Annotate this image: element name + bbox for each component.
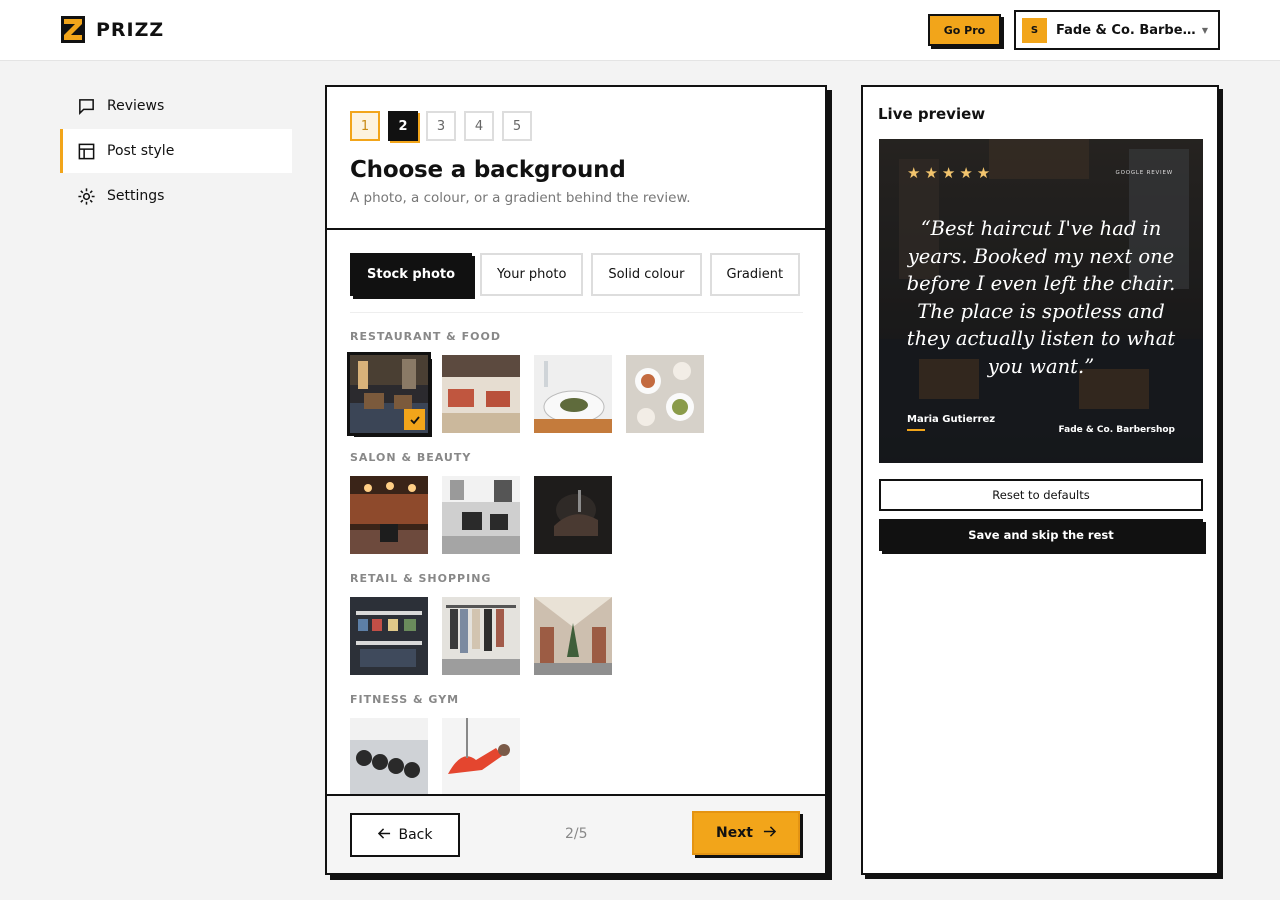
author-underline [907,429,925,431]
business-avatar: S [1022,17,1047,43]
sidebar-item-post-style[interactable]: Post style [60,129,292,173]
thumbnail-row [350,597,825,675]
stock-photo-thumb[interactable] [534,476,612,554]
business-name: Fade & Co. Barbersh… [1056,22,1198,38]
arrow-right-icon [763,825,777,842]
category-heading: Fitness & Gym [350,693,460,706]
tab-stock-photo[interactable]: Stock photo [350,253,473,296]
sidebar-item-label: Settings [107,188,165,204]
business-switcher[interactable]: S Fade & Co. Barbersh… ▼ [1014,10,1220,50]
chevron-down-icon: ▼ [1201,26,1208,35]
prizz-logo-icon [61,16,85,43]
back-label: Back [398,827,433,843]
page-subtitle: A photo, a colour, or a gradient behind … [350,190,691,206]
background-tabs: Stock photo Your photo Solid colour Grad… [350,253,803,313]
stock-photo-thumb[interactable] [442,476,520,554]
thumbnail-row [350,718,825,796]
tab-solid-colour[interactable]: Solid colour [591,253,702,296]
thumbnail-row [350,476,825,554]
step-4[interactable]: 4 [464,111,494,141]
preview-title: Live preview [878,105,986,123]
review-quote: “Best haircut I've had in years. Booked … [906,217,1176,378]
thumbnail-row [347,352,825,436]
stock-photo-thumb[interactable] [442,718,520,796]
back-button[interactable]: Back [350,813,460,857]
review-post-preview: ★★★★★ GOOGLE REVIEW “Best haircut I've h… [879,139,1203,463]
step-indicator: 1 2 3 4 5 [350,111,825,141]
category-heading: Salon & Beauty [350,451,472,464]
sidebar-nav: Reviews Post style Settings [60,84,292,219]
stock-photo-thumb[interactable] [442,597,520,675]
step-counter: 2/5 [565,826,588,842]
tab-gradient[interactable]: Gradient [709,253,801,296]
layout-icon [77,142,96,161]
page-title: Choose a background [350,157,626,183]
brand-logo[interactable]: PRIZZ [61,16,164,43]
gear-icon [77,187,96,206]
background-picker[interactable]: Stock photo Your photo Solid colour Grad… [327,230,825,796]
review-author: Maria Gutierrez [907,414,996,425]
step-1[interactable]: 1 [350,111,380,141]
step-5[interactable]: 5 [502,111,532,141]
category-heading: Retail & Shopping [350,572,492,585]
next-label: Next [716,825,753,841]
stock-photo-thumb[interactable] [442,355,520,433]
top-header: PRIZZ Go Pro S Fade & Co. Barbersh… ▼ [0,0,1280,61]
step-2[interactable]: 2 [388,111,418,141]
stock-photo-thumb[interactable] [350,718,428,796]
wizard-card: 1 2 3 4 5 Choose a background A photo, a… [325,85,827,875]
rating-stars: ★★★★★ [907,164,995,182]
live-preview-panel: Live preview ★★★★★ GOOGLE REVIEW “Best h… [861,85,1219,875]
stock-photo-thumb[interactable] [626,355,704,433]
sidebar-item-label: Post style [107,143,175,159]
tab-your-photo[interactable]: Your photo [480,253,584,296]
chat-icon [77,97,96,116]
stock-photo-thumb[interactable] [534,355,612,433]
review-source: GOOGLE REVIEW [1115,170,1173,176]
preview-business-name: Fade & Co. Barbershop [1058,425,1175,435]
sidebar-item-settings[interactable]: Settings [60,174,292,218]
wizard-header: 1 2 3 4 5 Choose a background A photo, a… [327,87,825,230]
check-icon [404,409,425,430]
category-heading: Restaurant & Food [350,330,501,343]
sidebar-item-label: Reviews [107,98,165,114]
next-button[interactable]: Next [692,811,800,855]
save-and-skip-button[interactable]: Save and skip the rest [879,519,1203,551]
arrow-left-icon [377,827,391,844]
reset-defaults-button[interactable]: Reset to defaults [879,479,1203,511]
stock-photo-thumb[interactable] [350,476,428,554]
sidebar-item-reviews[interactable]: Reviews [60,84,292,128]
wizard-footer: Back 2/5 Next [327,794,825,873]
stock-photo-thumb[interactable] [534,597,612,675]
stock-photo-thumb[interactable] [347,352,431,436]
brand-name: PRIZZ [96,18,165,41]
go-pro-button[interactable]: Go Pro [928,14,1001,46]
stock-photo-thumb[interactable] [350,597,428,675]
step-3[interactable]: 3 [426,111,456,141]
